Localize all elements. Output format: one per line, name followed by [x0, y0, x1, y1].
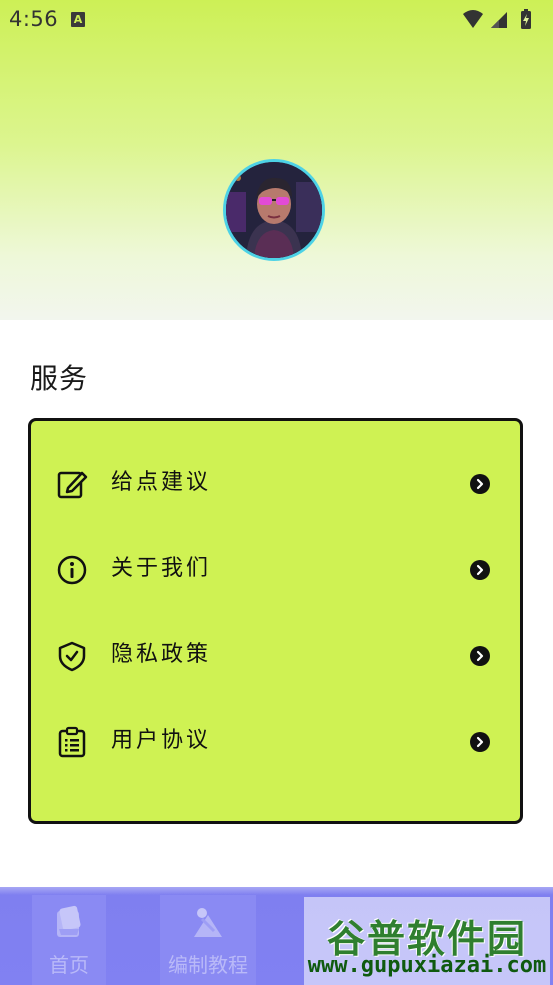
status-icons: [463, 9, 531, 29]
clipboard-icon: [58, 726, 86, 758]
watermark-url: www.gupuxiazai.com: [307, 953, 547, 978]
avatar-image: [226, 162, 322, 258]
status-bar: 4:56 A: [0, 0, 553, 40]
service-item-agreement[interactable]: 用户协议: [31, 711, 520, 771]
services-title: 服务: [30, 362, 89, 395]
tab-home-label: 首页: [49, 953, 89, 977]
chevron-right-icon: [470, 732, 490, 752]
status-time: 4:56: [9, 7, 59, 31]
tab-tutorial-label: 编制教程: [168, 953, 248, 977]
info-icon: [57, 555, 87, 585]
services-card: 给点建议 关于我们 隐私政策 用户协议: [28, 418, 523, 824]
edit-icon: [57, 471, 88, 499]
chevron-right-icon: [470, 560, 490, 580]
notification-a-icon: A: [71, 12, 85, 27]
service-item-label: 隐私政策: [111, 642, 212, 667]
wifi-icon: [463, 10, 483, 28]
tab-home[interactable]: 首页: [32, 895, 106, 985]
chevron-right-icon: [470, 474, 490, 494]
chevron-right-icon: [470, 646, 490, 666]
service-item-feedback[interactable]: 给点建议: [31, 453, 520, 513]
battery-icon: [521, 9, 531, 29]
tab-tutorial[interactable]: 编制教程: [160, 895, 256, 985]
service-item-label: 给点建议: [111, 470, 212, 495]
service-item-label: 用户协议: [111, 728, 212, 753]
service-item-privacy[interactable]: 隐私政策: [31, 625, 520, 685]
service-item-about[interactable]: 关于我们: [31, 539, 520, 599]
signal-icon: [491, 12, 507, 28]
tutorial-icon: [194, 908, 222, 937]
avatar[interactable]: [223, 159, 325, 261]
home-icon: [57, 905, 81, 937]
shield-icon: [58, 641, 86, 672]
service-item-label: 关于我们: [111, 556, 212, 581]
